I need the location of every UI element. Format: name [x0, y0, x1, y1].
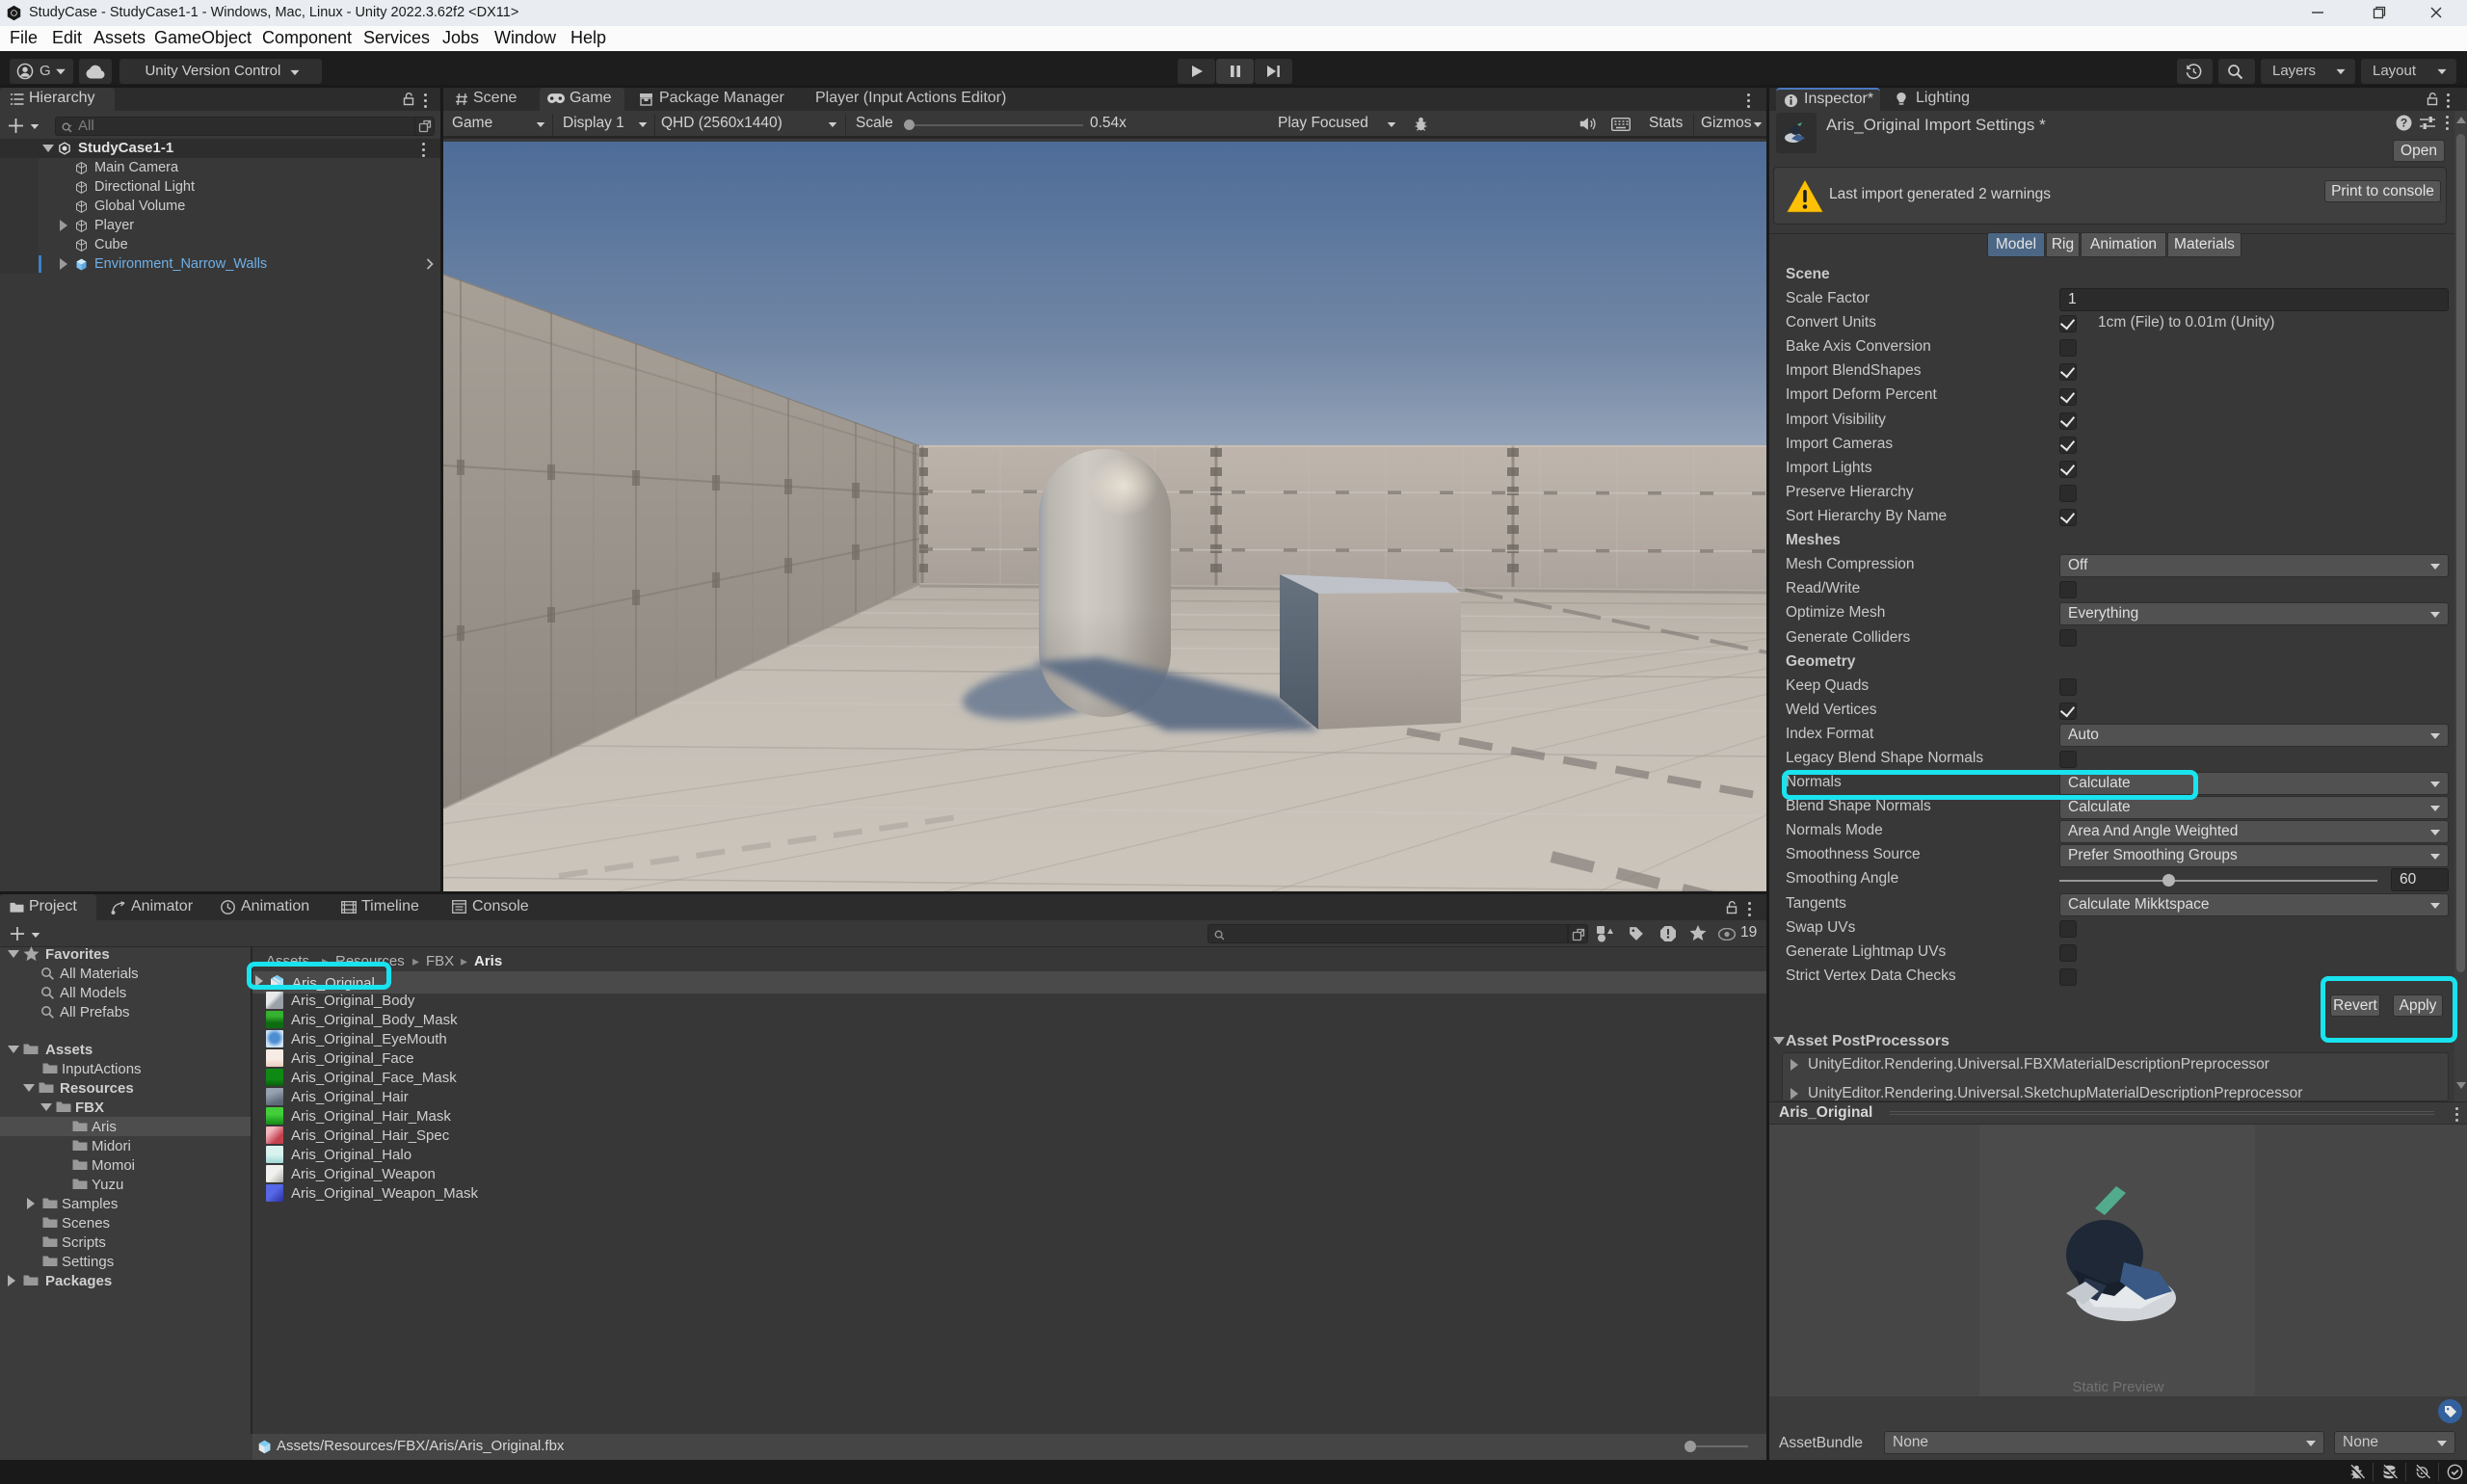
svg-text:?: ?: [2401, 117, 2407, 130]
